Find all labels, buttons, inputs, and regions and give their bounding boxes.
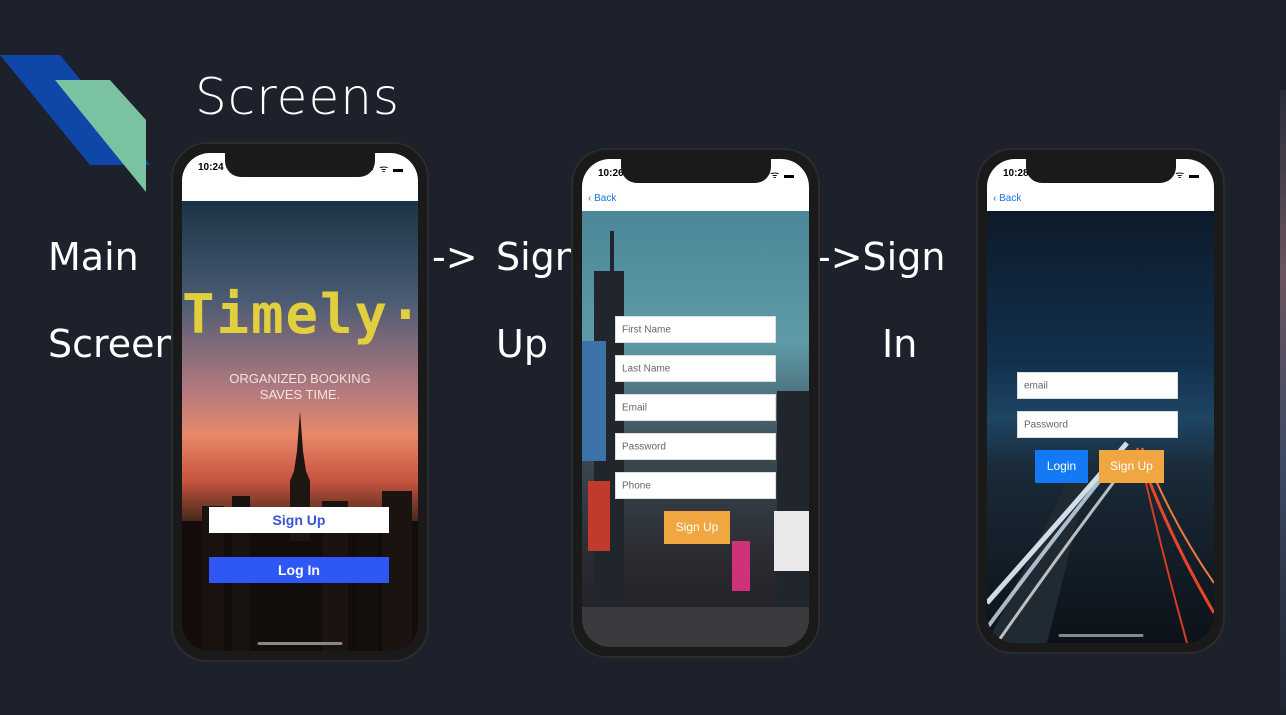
signup-button[interactable]: Sign Up	[1099, 450, 1164, 483]
status-time: 10:24	[198, 162, 224, 173]
city-sunset-background	[182, 201, 418, 651]
edge-image-strip	[1280, 90, 1286, 710]
label-main: Main	[48, 235, 139, 279]
phone-notch	[1025, 159, 1176, 183]
back-label: Back	[999, 193, 1022, 204]
first-name-field[interactable]: First Name	[615, 316, 776, 343]
nav-bar: ‹ Back	[987, 189, 1214, 211]
password-field[interactable]: Password	[1017, 411, 1178, 438]
label-in: In	[882, 322, 918, 366]
phone-notch	[225, 153, 375, 177]
password-field[interactable]: Password	[615, 433, 776, 460]
phone-field[interactable]: Phone	[615, 472, 776, 499]
label-sign: Sign	[496, 235, 579, 279]
back-label: Back	[594, 193, 617, 204]
label-screen: Screen	[48, 322, 179, 366]
signup-button[interactable]: Sign Up	[664, 511, 730, 544]
arrow-1: ->	[432, 235, 478, 279]
slide-title: Screens	[195, 68, 400, 126]
label-up: Up	[496, 322, 548, 366]
tagline: ORGANIZED BOOKING SAVES TIME.	[182, 371, 418, 403]
login-button[interactable]: Log In	[209, 557, 389, 583]
corner-decoration	[0, 55, 150, 192]
email-field[interactable]: Email	[615, 394, 776, 421]
phone-notch	[620, 159, 771, 183]
home-indicator	[1058, 634, 1143, 637]
login-button[interactable]: Login	[1035, 450, 1088, 483]
last-name-field[interactable]: Last Name	[615, 355, 776, 382]
arrow-2-sign: ->Sign	[817, 235, 946, 279]
timely-logo: Timely·	[182, 283, 418, 346]
nav-bar: ‹ Back	[582, 189, 809, 211]
phone-sign-up: 10:26 ···· ᯤ ▬ ‹ Back First Name Last Na…	[573, 150, 818, 656]
home-indicator	[257, 642, 343, 645]
tagline-line-1: ORGANIZED BOOKING	[229, 371, 371, 386]
light-trails-image	[987, 441, 1214, 643]
tagline-line-2: SAVES TIME.	[259, 387, 341, 402]
back-button[interactable]: ‹ Back	[588, 193, 616, 204]
signup-button[interactable]: Sign Up	[209, 507, 389, 533]
phone-sign-in: 10:28 ···· ᯤ ▬ ‹ Back email Password Log…	[978, 150, 1223, 652]
times-square-background	[582, 211, 809, 647]
back-button[interactable]: ‹ Back	[993, 193, 1021, 204]
phone-main-screen: 10:24 ···· ᯤ ▬ Timely· ORGANIZED BOOKING…	[173, 144, 427, 660]
email-field[interactable]: email	[1017, 372, 1178, 399]
